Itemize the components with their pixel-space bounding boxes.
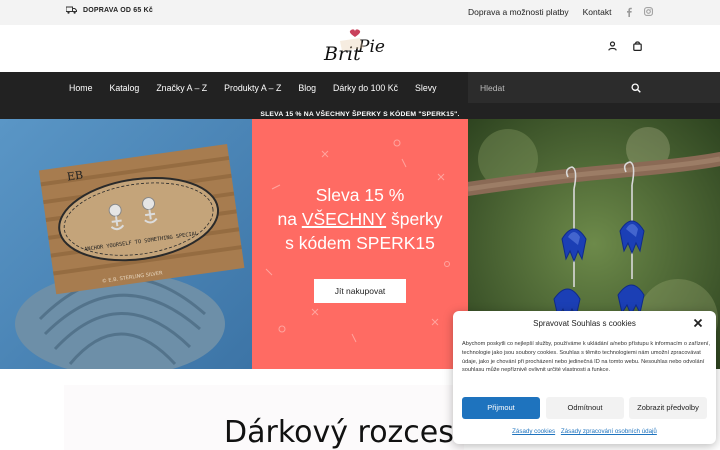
cookie-body: Abychom poskytli co nejlepší služby, pou… <box>462 341 711 374</box>
search-input[interactable] <box>480 80 680 95</box>
shop-now-button[interactable]: Jít nakupovat <box>314 279 406 303</box>
privacy-policy-link[interactable]: Zásady zpracování osobních údajů <box>561 428 657 435</box>
cookie-links: Zásady cookies Zásady zpracování osobníc… <box>453 428 716 435</box>
brand-logo[interactable]: Brit Pie <box>320 28 390 70</box>
facebook-icon[interactable] <box>626 7 632 17</box>
promo-line-1: Sleva 15 % <box>315 185 405 205</box>
site-header: Brit Pie <box>0 25 720 72</box>
user-icon[interactable] <box>608 41 617 51</box>
deny-button[interactable]: Odmítnout <box>546 397 624 419</box>
close-icon[interactable] <box>693 318 703 328</box>
card-monogram: EB <box>66 168 84 183</box>
preferences-button[interactable]: Zobrazit předvolby <box>629 397 707 419</box>
promo-line-2: na VŠECHNY šperky <box>252 207 468 231</box>
nav-item-catalog[interactable]: Katalog <box>109 83 139 93</box>
nav-item-gifts[interactable]: Dárky do 100 Kč <box>333 83 398 93</box>
promo-line-2-pre: na <box>277 209 302 229</box>
cookie-policy-link[interactable]: Zásady cookies <box>512 428 555 435</box>
link-contact[interactable]: Kontakt <box>583 7 612 17</box>
promo-line-3: s kódem SPERK15 <box>285 233 435 253</box>
truck-icon <box>66 6 77 14</box>
main-nav: Home Katalog Značky A – Z Produkty A – Z… <box>0 72 720 104</box>
promo-strip-text: SLEVA 15 % NA VŠECHNY ŠPERKY S KÓDEM "SP… <box>260 111 460 118</box>
promo-strip: SLEVA 15 % NA VŠECHNY ŠPERKY S KÓDEM "SP… <box>0 103 720 119</box>
earrings-card-illustration: EB ANCHOR YOURSELF TO SOMETHING SPECIAL … <box>0 119 252 369</box>
promo-panel: Sleva 15 % na VŠECHNY šperky s kódem SPE… <box>252 119 468 369</box>
nav-item-sales[interactable]: Slevy <box>415 83 437 93</box>
cookie-title: Spravovat Souhlas s cookies <box>533 319 636 328</box>
cookie-consent-dialog: Spravovat Souhlas s cookies Abychom posk… <box>453 311 716 444</box>
nav-item-products[interactable]: Produkty A – Z <box>224 83 281 93</box>
link-shipping-payment[interactable]: Doprava a možnosti platby <box>468 7 569 17</box>
nav-item-brands[interactable]: Značky A – Z <box>156 83 207 93</box>
promo-line-2-post: šperky <box>386 209 443 229</box>
search-icon[interactable] <box>631 83 641 93</box>
top-bar: DOPRAVA OD 65 Kč Doprava a možnosti plat… <box>0 0 720 25</box>
instagram-icon[interactable] <box>644 7 653 16</box>
nav-item-home[interactable]: Home <box>69 83 92 93</box>
promo-headline: Sleva 15 % na VŠECHNY šperky s kódem SPE… <box>252 183 468 255</box>
hero-image-earrings-card[interactable]: EB ANCHOR YOURSELF TO SOMETHING SPECIAL … <box>0 119 252 369</box>
nav-item-blog[interactable]: Blog <box>298 83 316 93</box>
shipping-text: DOPRAVA OD 65 Kč <box>83 6 153 14</box>
search-box <box>468 72 720 103</box>
shipping-info: DOPRAVA OD 65 Kč <box>66 6 153 14</box>
promo-line-2-underlined: VŠECHNY <box>301 209 387 229</box>
accept-button[interactable]: Přijmout <box>462 397 540 419</box>
bag-icon[interactable] <box>633 41 642 51</box>
